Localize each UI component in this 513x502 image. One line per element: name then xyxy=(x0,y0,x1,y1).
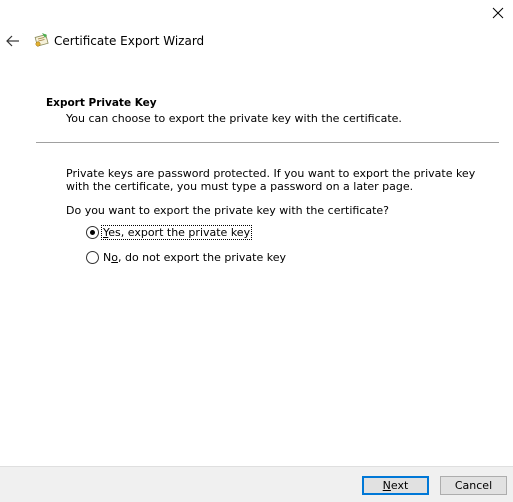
back-button[interactable] xyxy=(4,32,22,50)
wizard-title: Certificate Export Wizard xyxy=(54,34,205,48)
page-subtitle: You can choose to export the private key… xyxy=(66,112,402,125)
radio-export-yes[interactable]: Yes, export the private key xyxy=(86,225,253,240)
certificate-icon xyxy=(34,33,49,47)
page-heading: Export Private Key xyxy=(46,97,157,109)
back-arrow-icon xyxy=(6,35,19,47)
close-button[interactable] xyxy=(483,0,513,26)
radio-export-no[interactable]: No, do not export the private key xyxy=(86,251,287,264)
next-button[interactable]: Next xyxy=(362,476,429,495)
radio-export-yes-label[interactable]: Yes, export the private key xyxy=(100,225,253,240)
wizard-window: Certificate Export Wizard Export Private… xyxy=(0,0,513,502)
header-divider xyxy=(36,142,499,143)
radio-dot xyxy=(90,230,95,235)
info-text: Private keys are password protected. If … xyxy=(66,167,476,193)
wizard-footer: Next Cancel xyxy=(0,466,513,502)
radio-button-unselected[interactable] xyxy=(86,251,99,264)
close-icon xyxy=(492,7,504,19)
cancel-button[interactable]: Cancel xyxy=(440,476,507,495)
radio-export-no-label[interactable]: No, do not export the private key xyxy=(102,251,287,264)
question-text: Do you want to export the private key wi… xyxy=(66,204,390,217)
radio-button-selected[interactable] xyxy=(86,226,99,239)
